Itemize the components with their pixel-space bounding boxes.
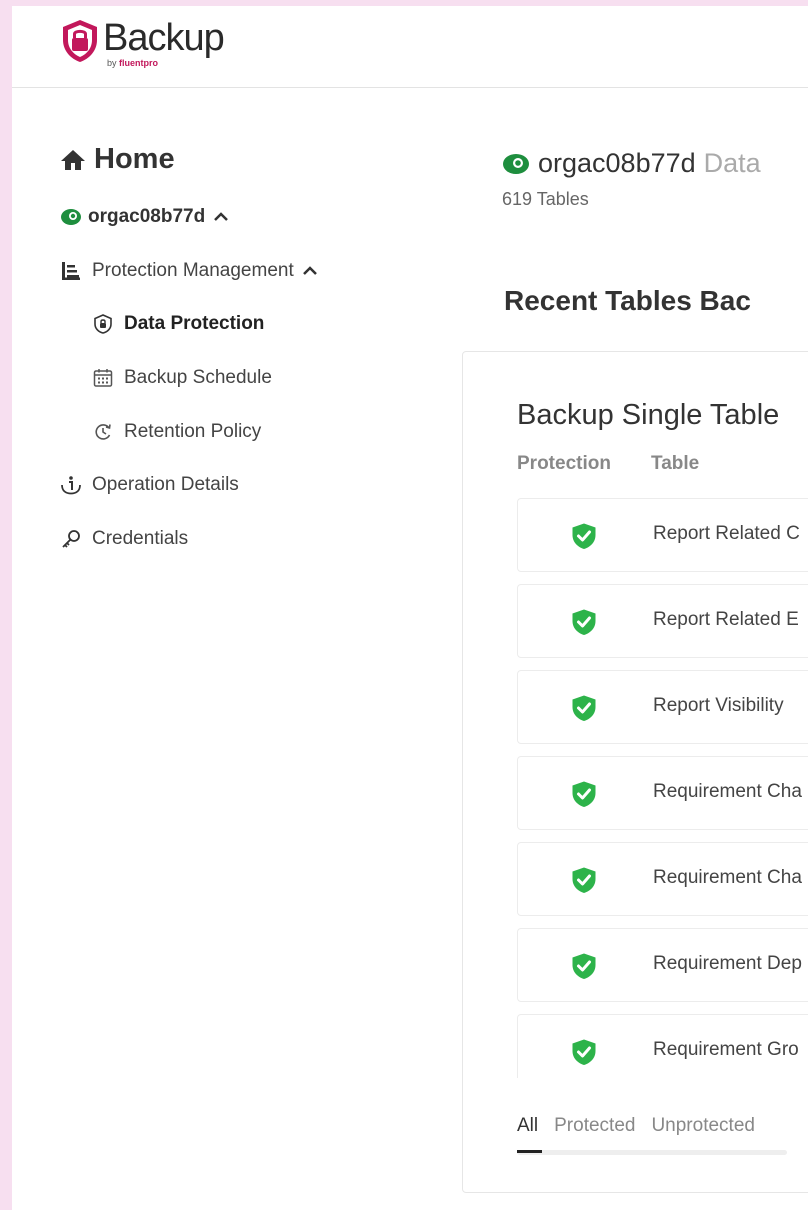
home-link[interactable]: Home [60,143,175,176]
home-label: Home [94,143,175,175]
protected-shield-icon [570,608,598,641]
org-suffix: Data [703,148,761,178]
info-icon [60,474,82,496]
table-rows: Report Related C Report Related E Report V… [517,498,808,1078]
sidebar-item-backup-schedule[interactable]: Backup Schedule [92,367,272,389]
tab-track [517,1150,787,1155]
backup-logo[interactable]: Backup by fluentpro [60,17,225,69]
table-name: Requirement Dep [653,953,802,974]
top-bar: Backup by fluentpro [12,6,808,88]
tab-all[interactable]: All [517,1115,538,1137]
logo-by-brand: fluentpro [119,58,159,68]
calendar-icon [92,367,114,389]
table-name: Requirement Cha [653,867,802,888]
sidebar-item-retention-policy[interactable]: Retention Policy [92,421,261,443]
backup-table-card: Backup Single Table Protection Table Rep… [462,351,808,1193]
list-icon [60,260,82,282]
protected-shield-icon [570,952,598,985]
sidebar-item-label: Protection Management [92,260,294,281]
chevron-up-icon [302,265,318,277]
retention-icon [92,421,114,443]
tables-count: 619 Tables [502,189,589,209]
sidebar-item-credentials[interactable]: Credentials [60,528,188,550]
tab-unprotected[interactable]: Unprotected [651,1115,755,1137]
protected-shield-icon [570,780,598,813]
card-title: Backup Single Table [517,399,780,431]
table-name: Requirement Cha [653,781,802,802]
table-name: Report Visibility [653,695,784,716]
app-window: Backup by fluentpro Home orgac08b77d Pro… [12,6,808,1210]
chevron-up-icon [213,211,229,223]
tab-protected[interactable]: Protected [554,1115,635,1137]
table-name: Report Related C [653,523,800,544]
org-icon [61,209,81,225]
logo-by-prefix: by [107,58,120,68]
key-icon [60,528,82,550]
org-selector[interactable]: orgac08b77d [60,206,229,228]
table-name: Report Related E [653,609,799,630]
org-header: orgac08b77d Data [502,148,761,179]
org-label: orgac08b77d [88,206,206,227]
table-row[interactable]: Report Related E [517,584,808,658]
logo-text: Backup [103,17,225,59]
filter-tabs: All Protected Unprotected [517,1115,771,1137]
table-row[interactable]: Report Visibility [517,670,808,744]
table-row[interactable]: Requirement Cha [517,756,808,830]
sidebar-item-protection-management[interactable]: Protection Management [60,260,318,282]
sidebar-item-operation-details[interactable]: Operation Details [60,474,239,496]
table-name: Requirement Gro [653,1039,799,1060]
sidebar-item-label: Operation Details [92,474,239,495]
protected-shield-icon [570,1038,598,1071]
sidebar-item-label: Data Protection [124,313,265,334]
lock-logo-icon [60,18,100,69]
lock-shield-icon [92,313,114,335]
active-tab-indicator [517,1150,542,1153]
org-name: orgac08b77d [538,148,696,178]
sidebar-item-label: Retention Policy [124,421,262,442]
sidebar-item-label: Backup Schedule [124,367,272,388]
sidebar-item-data-protection[interactable]: Data Protection [92,313,264,335]
table-row[interactable]: Requirement Cha [517,842,808,916]
home-icon [61,149,85,170]
org-icon [503,153,529,174]
protected-shield-icon [570,866,598,899]
sidebar-item-label: Credentials [92,528,189,549]
table-row[interactable]: Report Related C [517,498,808,572]
protected-shield-icon [570,694,598,727]
section-title: Recent Tables Bac [504,285,751,316]
logo-byline: by fluentpro [107,58,158,68]
column-header-protection: Protection [517,453,611,474]
column-header-table: Table [651,453,700,474]
protected-shield-icon [570,522,598,555]
table-row[interactable]: Requirement Gro [517,1014,808,1078]
table-row[interactable]: Requirement Dep [517,928,808,1002]
